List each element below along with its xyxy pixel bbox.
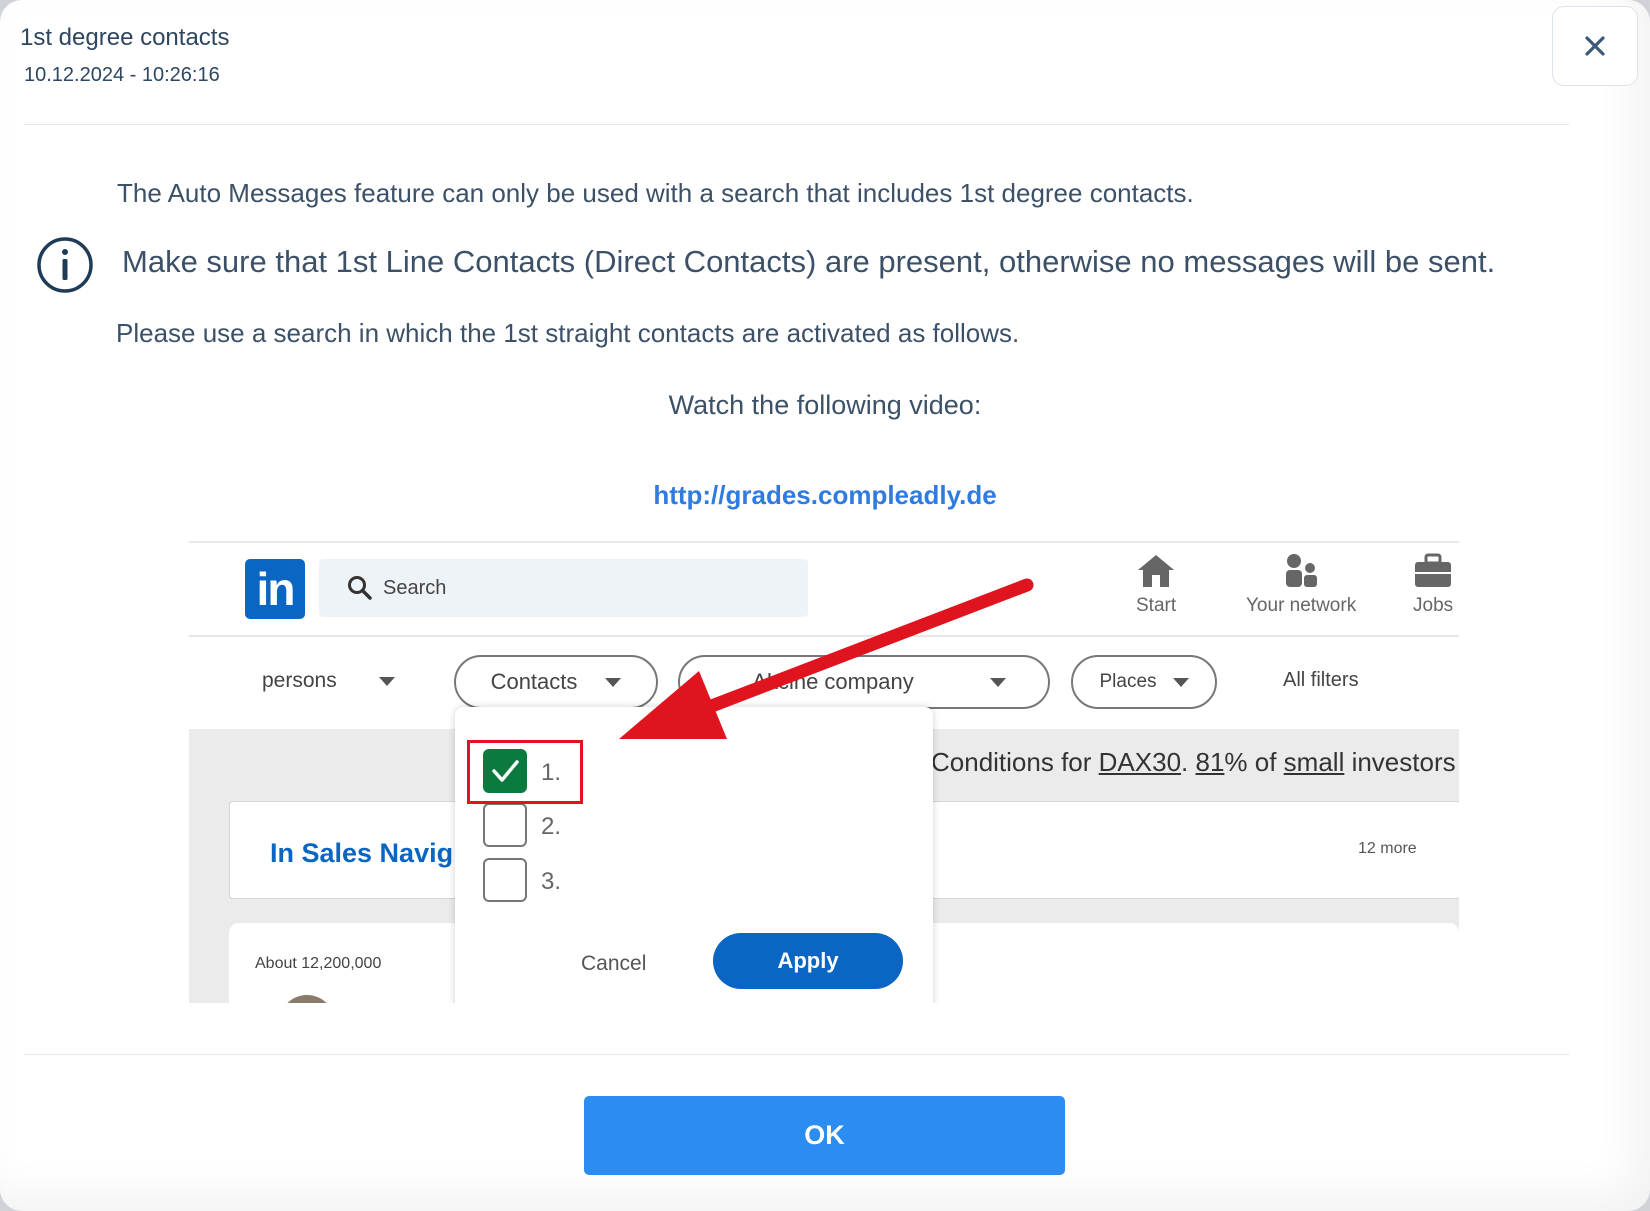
instruction-screenshot: in Search Start Your network Jobs person… (189, 541, 1459, 1003)
dialog-title: 1st degree contacts (20, 24, 230, 51)
footer-divider (24, 1054, 1569, 1055)
video-link[interactable]: http://grades.compleadly.de (0, 480, 1650, 511)
message-line-1: The Auto Messages feature can only be us… (117, 178, 1194, 208)
info-circle-icon (37, 237, 93, 293)
close-icon (1585, 36, 1605, 56)
video-label: Watch the following video: (668, 390, 982, 420)
dialog: 1st degree contacts 10.12.2024 - 10:26:1… (0, 0, 1650, 1211)
dialog-timestamp: 10.12.2024 - 10:26:16 (24, 64, 220, 86)
message-line-2: Make sure that 1st Line Contacts (Direct… (122, 244, 1496, 279)
red-arrow-annotation (619, 578, 1034, 739)
close-button[interactable] (1552, 6, 1638, 86)
message-line-3: Please use a search in which the 1st str… (116, 318, 1020, 348)
ok-button[interactable]: OK (584, 1096, 1065, 1175)
header-divider (24, 124, 1569, 125)
